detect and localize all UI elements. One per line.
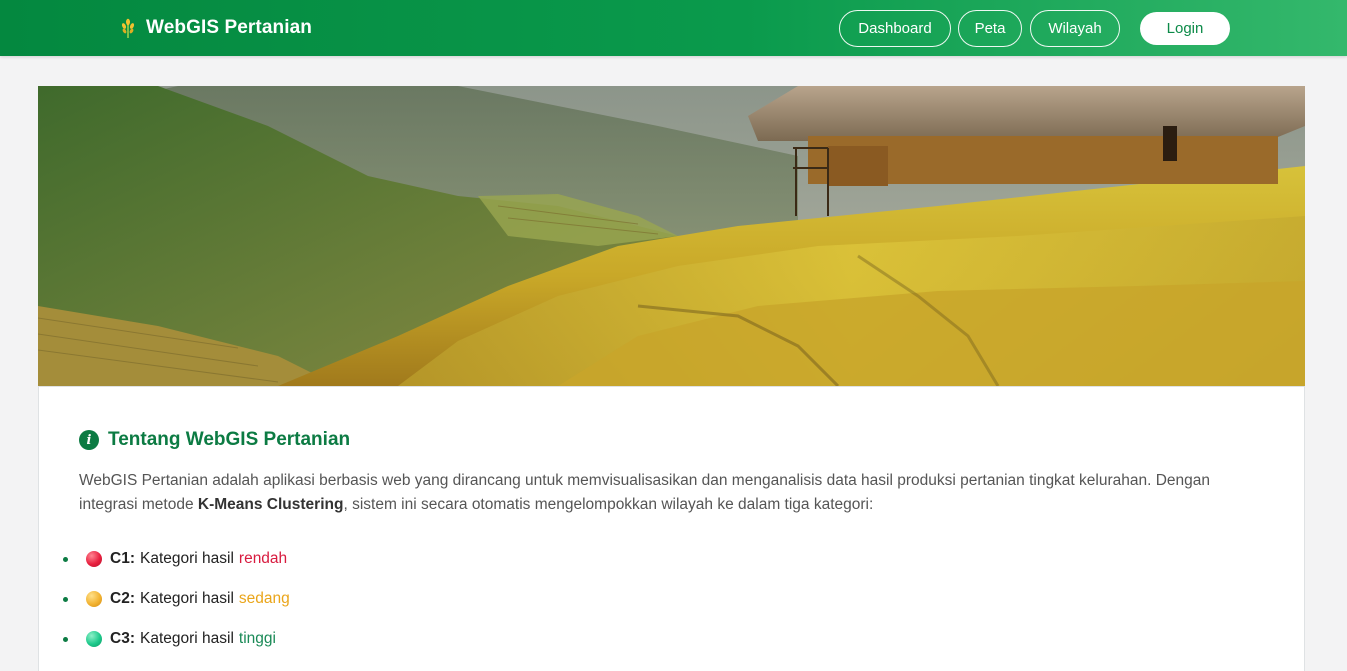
- category-code: C3:: [110, 630, 135, 647]
- category-code: C2:: [110, 590, 135, 607]
- list-item-c2: C2: Kategori hasil sedang: [63, 579, 290, 619]
- login-button[interactable]: Login: [1140, 12, 1230, 45]
- nav-wilayah-link[interactable]: Wilayah: [1030, 10, 1120, 47]
- rice-plant-icon: [121, 18, 135, 38]
- about-description: WebGIS Pertanian adalah aplikasi berbasi…: [79, 469, 1259, 517]
- category-list: C1: Kategori hasil rendah C2: Kategori h…: [63, 539, 290, 659]
- desc-text-2: , sistem ini secara otomatis mengelompok…: [343, 496, 874, 513]
- bullet-dot: [63, 556, 68, 562]
- category-code: C1:: [110, 550, 135, 567]
- category-level: sedang: [238, 590, 290, 607]
- info-circle-icon: i: [79, 430, 99, 450]
- bullet-dot: [63, 596, 68, 602]
- desc-method-bold: K-Means Clustering: [197, 496, 344, 513]
- rice-terrace-illustration: [38, 86, 1305, 386]
- about-title: Tentang WebGIS Pertanian: [108, 429, 351, 450]
- red-circle-icon: [86, 551, 102, 567]
- yellow-circle-icon: [86, 591, 102, 607]
- top-navbar: WebGIS Pertanian Dashboard Peta Wilayah …: [0, 0, 1347, 56]
- category-text: Kategori hasil: [139, 630, 234, 647]
- about-card: i Tentang WebGIS Pertanian WebGIS Pertan…: [38, 386, 1305, 671]
- hero-banner-image: [38, 86, 1305, 386]
- brand[interactable]: WebGIS Pertanian: [118, 17, 312, 39]
- category-level: rendah: [238, 550, 288, 567]
- category-text: Kategori hasil: [139, 550, 234, 567]
- about-heading: i Tentang WebGIS Pertanian: [79, 429, 350, 451]
- category-text: Kategori hasil: [139, 590, 234, 607]
- nav-dashboard-link[interactable]: Dashboard: [839, 10, 951, 47]
- category-level: tinggi: [238, 630, 276, 647]
- list-item-c1: C1: Kategori hasil rendah: [63, 539, 290, 579]
- list-item-c3: C3: Kategori hasil tinggi: [63, 619, 290, 659]
- nav-peta-link[interactable]: Peta: [958, 10, 1022, 47]
- brand-name: WebGIS Pertanian: [146, 17, 312, 38]
- bullet-dot: [63, 636, 68, 642]
- green-circle-icon: [86, 631, 102, 647]
